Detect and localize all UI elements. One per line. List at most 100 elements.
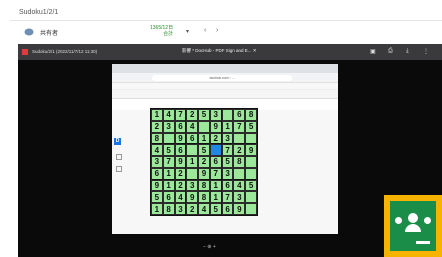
sudoku-cell[interactable]: 9 — [174, 132, 187, 145]
view-count: 1365/12日 合計 — [150, 25, 173, 37]
sudoku-cell[interactable]: 3 — [221, 167, 234, 180]
sudoku-cell[interactable]: 8 — [162, 203, 175, 215]
sudoku-cell[interactable]: 6 — [209, 156, 222, 168]
more-icon[interactable]: ⋮ — [423, 48, 429, 55]
sudoku-cell[interactable]: 7 — [209, 167, 222, 180]
comment-icon[interactable]: ▣ — [370, 48, 376, 55]
sudoku-cell[interactable]: 3 — [221, 132, 234, 145]
sudoku-cell[interactable] — [186, 144, 199, 157]
print-icon[interactable]: ⎙ — [388, 48, 393, 55]
sudoku-cell[interactable]: 1 — [221, 120, 234, 133]
sudoku-cell[interactable]: 9 — [174, 156, 187, 168]
sudoku-cell[interactable]: 2 — [198, 156, 210, 168]
sudoku-cell[interactable]: 7 — [221, 144, 234, 157]
sudoku-cell[interactable]: 4 — [162, 109, 175, 121]
zoom-controls[interactable]: − ⊕ + — [203, 244, 216, 250]
search-icon[interactable] — [116, 154, 122, 160]
sudoku-cell[interactable]: 6 — [174, 120, 187, 133]
sudoku-cell[interactable]: 9 — [186, 191, 199, 204]
sudoku-cell[interactable]: 6 — [151, 167, 163, 180]
sudoku-cell[interactable]: 2 — [186, 109, 199, 121]
sudoku-cell[interactable]: 3 — [233, 191, 246, 204]
sudoku-cell[interactable]: 7 — [233, 120, 246, 133]
sudoku-cell[interactable] — [221, 109, 234, 121]
sudoku-cell[interactable]: 3 — [162, 120, 175, 133]
sudoku-cell[interactable]: 2 — [186, 203, 199, 215]
sudoku-cell[interactable] — [186, 167, 199, 180]
download-icon[interactable]: ⤓ — [406, 48, 409, 55]
sudoku-cell[interactable]: 5 — [198, 144, 210, 157]
prev-button[interactable]: ‹ — [204, 27, 206, 34]
thumbnail-icon[interactable] — [116, 166, 122, 172]
sudoku-cell[interactable]: 1 — [151, 109, 163, 121]
next-button[interactable]: › — [216, 27, 218, 34]
sudoku-cell[interactable]: 6 — [221, 203, 234, 215]
sudoku-cell[interactable]: 5 — [151, 191, 163, 204]
sudoku-cell[interactable]: 6 — [233, 109, 246, 121]
sudoku-cell[interactable] — [233, 132, 246, 145]
sudoku-cell[interactable] — [209, 144, 222, 157]
sudoku-cell[interactable]: 7 — [221, 191, 234, 204]
sudoku-cell[interactable]: 4 — [151, 144, 163, 157]
divider — [10, 20, 442, 21]
sudoku-cell[interactable]: 3 — [151, 156, 163, 168]
sudoku-cell[interactable]: 8 — [151, 132, 163, 145]
sudoku-cell[interactable]: 7 — [174, 109, 187, 121]
sudoku-cell[interactable]: 5 — [221, 156, 234, 168]
sudoku-cell[interactable]: 7 — [162, 156, 175, 168]
sudoku-cell[interactable]: 2 — [174, 167, 187, 180]
sudoku-cell[interactable]: 6 — [186, 132, 199, 145]
sudoku-cell[interactable] — [245, 156, 257, 168]
user-row: 共有者 1365/12日 合計 ▾ ‹ › — [10, 22, 442, 42]
sudoku-cell[interactable]: 1 — [162, 179, 175, 192]
sudoku-cell[interactable] — [245, 132, 257, 145]
sudoku-cell[interactable]: 1 — [162, 167, 175, 180]
sudoku-cell[interactable]: 5 — [209, 203, 222, 215]
sudoku-cell[interactable]: 2 — [174, 179, 187, 192]
sudoku-cell[interactable]: 1 — [198, 132, 210, 145]
sudoku-cell[interactable]: 5 — [198, 109, 210, 121]
sudoku-cell[interactable]: 4 — [198, 203, 210, 215]
sudoku-cell[interactable]: 9 — [245, 144, 257, 157]
sudoku-cell[interactable]: 2 — [151, 120, 163, 133]
sudoku-cell[interactable]: 1 — [209, 179, 222, 192]
sudoku-cell[interactable] — [245, 167, 257, 180]
sudoku-cell[interactable]: 5 — [245, 120, 257, 133]
sudoku-cell[interactable]: 9 — [233, 203, 246, 215]
sudoku-cell[interactable]: 2 — [233, 144, 246, 157]
sudoku-cell[interactable]: 1 — [186, 156, 199, 168]
sudoku-cell[interactable]: 8 — [233, 156, 246, 168]
sudoku-cell[interactable]: 6 — [174, 144, 187, 157]
url-field[interactable]: dochub.com › ... — [152, 75, 292, 81]
sudoku-cell[interactable]: 5 — [162, 144, 175, 157]
sudoku-cell[interactable]: 3 — [209, 109, 222, 121]
video-topbar: Sudoku/2/1 (2022/11/7/12 11:30) 影響 * Doc… — [18, 44, 442, 60]
sudoku-cell[interactable]: 6 — [221, 179, 234, 192]
sudoku-cell[interactable]: 1 — [209, 191, 222, 204]
sudoku-cell[interactable]: 4 — [233, 179, 246, 192]
avatar[interactable] — [24, 28, 34, 36]
sudoku-cell[interactable]: 9 — [198, 167, 210, 180]
sudoku-cell[interactable]: 8 — [198, 179, 210, 192]
sudoku-cell[interactable]: 3 — [186, 179, 199, 192]
user-name[interactable]: 共有者 — [40, 28, 58, 37]
sudoku-cell[interactable]: 4 — [186, 120, 199, 133]
sudoku-cell[interactable]: 2 — [209, 132, 222, 145]
sudoku-grid[interactable]: 1472536823649175896123456572937912658612… — [150, 108, 258, 216]
sudoku-cell[interactable]: 1 — [151, 203, 163, 215]
chevron-down-icon[interactable]: ▾ — [186, 28, 189, 35]
sudoku-cell[interactable]: 9 — [209, 120, 222, 133]
sudoku-cell[interactable]: 8 — [198, 191, 210, 204]
sudoku-cell[interactable] — [198, 120, 210, 133]
sudoku-cell[interactable] — [162, 132, 175, 145]
sudoku-cell[interactable]: 9 — [151, 179, 163, 192]
sudoku-cell[interactable]: 6 — [162, 191, 175, 204]
sudoku-cell[interactable] — [245, 191, 257, 204]
sudoku-cell[interactable]: 3 — [174, 203, 187, 215]
sudoku-cell[interactable] — [233, 167, 246, 180]
sudoku-cell[interactable] — [245, 203, 257, 215]
sudoku-cell[interactable]: 5 — [245, 179, 257, 192]
sudoku-cell[interactable]: 4 — [174, 191, 187, 204]
sudoku-cell[interactable]: 8 — [245, 109, 257, 121]
address-bar[interactable]: dochub.com › ... — [112, 73, 338, 83]
